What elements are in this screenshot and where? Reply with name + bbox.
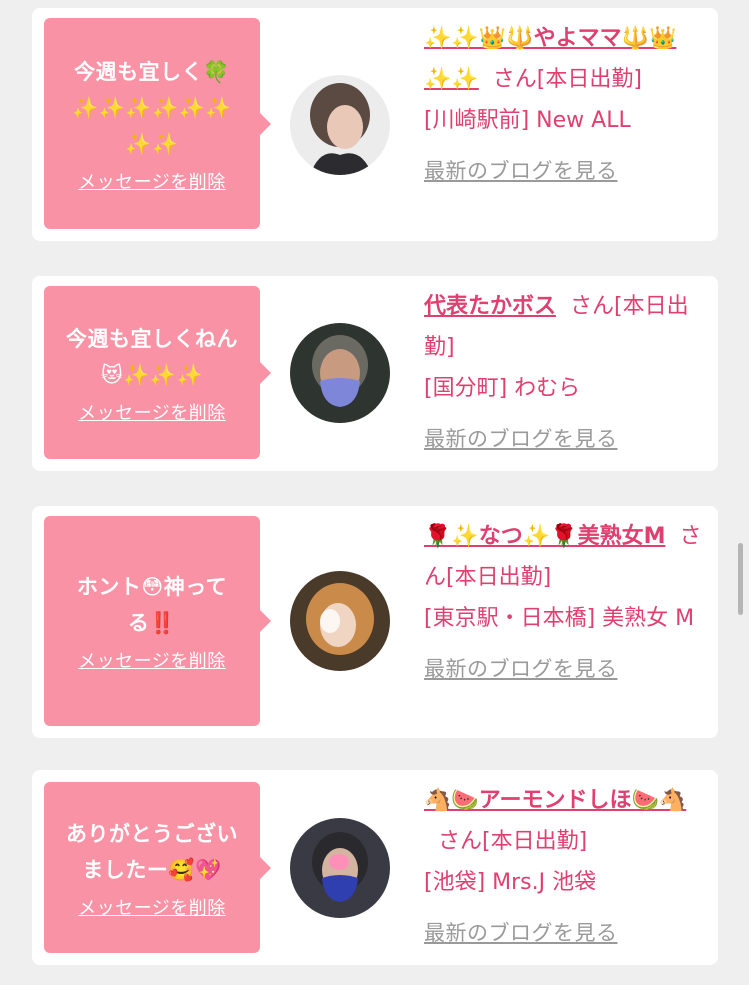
- delete-message-link[interactable]: メッセージを削除: [78, 399, 226, 425]
- message-card: ありがとうござい ましたー🥰💖 メッセージを削除 🐴🍉アーモンドしほ🍉🐴 さん[本…: [32, 770, 718, 965]
- message-card: 今週も宜しく🍀 ✨✨✨✨✨✨ ✨✨ メッセージを削除 ✨✨👑🔱やよママ🔱👑✨✨ さ…: [32, 8, 718, 241]
- latest-blog-link[interactable]: 最新のブログを見る: [424, 913, 704, 954]
- cast-name-link[interactable]: 代表たかボス: [424, 294, 556, 319]
- delete-message-link[interactable]: メッセージを削除: [78, 168, 226, 194]
- message-text: ホント😳神って る‼️: [76, 575, 228, 635]
- latest-blog-link[interactable]: 最新のブログを見る: [424, 419, 704, 460]
- avatar[interactable]: [290, 323, 390, 423]
- cast-status: さん[本日出勤]: [438, 829, 588, 854]
- shop-info: [国分町] わむら: [424, 376, 581, 401]
- shop-info: [東京駅・日本橋] 美熟女 M: [424, 606, 695, 631]
- message-card: 今週も宜しくねん 😻✨✨✨ メッセージを削除 代表たかボス さん[本日出勤] [国…: [32, 276, 718, 471]
- cast-name-link[interactable]: 🌹✨なつ✨🌹美熟女M: [424, 524, 665, 549]
- latest-blog-link[interactable]: 最新のブログを見る: [424, 649, 704, 690]
- avatar[interactable]: [290, 818, 390, 918]
- cast-info: 🐴🍉アーモンドしほ🍉🐴 さん[本日出勤] [池袋] Mrs.J 池袋 最新のブログ…: [424, 780, 704, 954]
- cast-name-link[interactable]: 🐴🍉アーモンドしほ🍉🐴: [424, 788, 686, 813]
- message-bubble: 今週も宜しく🍀 ✨✨✨✨✨✨ ✨✨ メッセージを削除: [44, 18, 271, 229]
- shop-info: [川崎駅前] New ALL: [424, 108, 631, 133]
- shop-info: [池袋] Mrs.J 池袋: [424, 870, 597, 895]
- scrollbar[interactable]: [738, 543, 743, 615]
- message-text: 今週も宜しく🍀 ✨✨✨✨✨✨ ✨✨: [72, 59, 232, 156]
- message-bubble: ホント😳神って る‼️ メッセージを削除: [44, 516, 271, 726]
- cast-info: 🌹✨なつ✨🌹美熟女M さん[本日出勤] [東京駅・日本橋] 美熟女 M 最新のブロ…: [424, 516, 704, 690]
- cast-info: ✨✨👑🔱やよママ🔱👑✨✨ さん[本日出勤] [川崎駅前] New ALL 最新のブ…: [424, 18, 704, 192]
- message-bubble: 今週も宜しくねん 😻✨✨✨ メッセージを削除: [44, 286, 271, 459]
- latest-blog-link[interactable]: 最新のブログを見る: [424, 151, 704, 192]
- message-card: ホント😳神って る‼️ メッセージを削除 🌹✨なつ✨🌹美熟女M さん[本日出勤] …: [32, 506, 718, 738]
- cast-info: 代表たかボス さん[本日出勤] [国分町] わむら 最新のブログを見る: [424, 286, 704, 460]
- message-text: ありがとうござい ましたー🥰💖: [66, 821, 238, 882]
- avatar[interactable]: [290, 571, 390, 671]
- message-text: 今週も宜しくねん 😻✨✨✨: [66, 326, 238, 387]
- delete-message-link[interactable]: メッセージを削除: [78, 647, 226, 673]
- message-bubble: ありがとうござい ましたー🥰💖 メッセージを削除: [44, 782, 271, 953]
- avatar[interactable]: [290, 75, 390, 175]
- cast-status: さん[本日出勤]: [492, 67, 642, 92]
- delete-message-link[interactable]: メッセージを削除: [78, 894, 226, 920]
